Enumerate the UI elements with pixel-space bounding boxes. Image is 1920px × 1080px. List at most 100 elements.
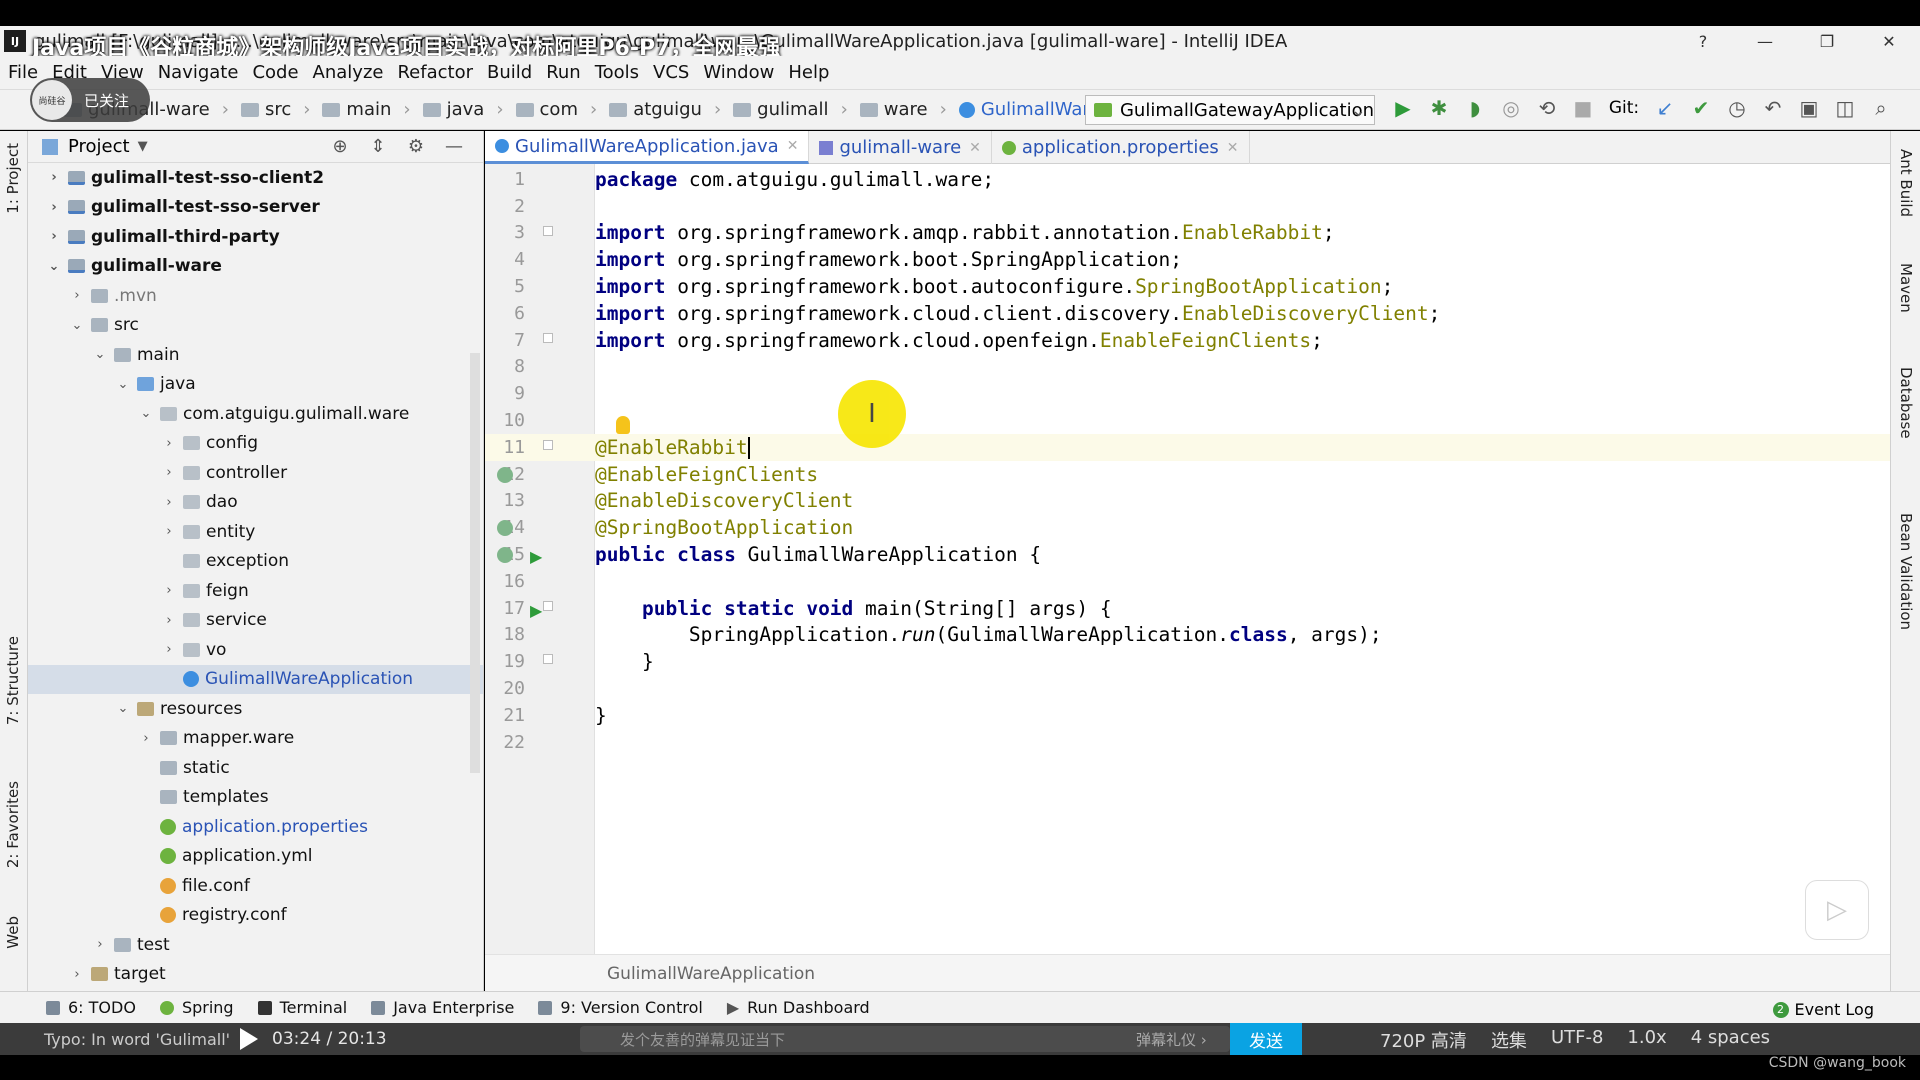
menu-refactor[interactable]: Refactor [397, 62, 473, 83]
danmu-input[interactable]: 发个友善的弹幕见证当下 [580, 1026, 1230, 1052]
chevron-down-icon[interactable]: ⌄ [46, 259, 62, 274]
menu-vcs[interactable]: VCS [653, 62, 689, 83]
attach-icon[interactable]: ⟲ [1529, 96, 1565, 120]
code-line[interactable]: 18 SpringApplication.run(GulimallWareApp… [485, 622, 1890, 649]
breadcrumb-item[interactable]: ware › [859, 99, 947, 120]
tool-tab-ant-build[interactable]: Ant Build [1897, 149, 1915, 217]
event-log[interactable]: 2 Event Log [1772, 1000, 1874, 1019]
tab-gulimall-ware[interactable]: gulimall-ware ✕ [809, 131, 992, 164]
tree-node[interactable]: › gulimall-test-sso-client2 [28, 163, 483, 193]
chevron-right-icon[interactable]: › [138, 731, 154, 746]
tab-gulimallwareapplication[interactable]: GulimallWareApplication.java ✕ [485, 131, 810, 164]
code-line[interactable]: 3 import org.springframework.amqp.rabbit.… [485, 220, 1890, 247]
code-line[interactable]: 15 public class GulimallWareApplication { [485, 541, 1890, 568]
code-line[interactable]: 2 [485, 193, 1890, 220]
tree-node[interactable]: ⌄ gulimall-ware [28, 252, 483, 282]
tool-todo[interactable]: 6: TODO [46, 998, 136, 1017]
tree-node[interactable]: ⌄ resources [28, 694, 483, 724]
breadcrumb-item[interactable]: java › [422, 99, 504, 120]
tree-node[interactable]: › dao [28, 488, 483, 518]
tool-tab-structure[interactable]: 7: Structure [4, 636, 22, 725]
chevron-right-icon[interactable]: › [46, 229, 62, 244]
code-line[interactable]: 4 import org.springframework.boot.SpringA… [485, 246, 1890, 273]
editor-breadcrumb[interactable]: GulimallWareApplication [485, 954, 1890, 992]
coverage-icon[interactable]: ◗ [1457, 96, 1493, 120]
chevron-right-icon[interactable]: › [161, 436, 177, 451]
menu-navigate[interactable]: Navigate [158, 62, 239, 83]
tool-java-enterprise[interactable]: Java Enterprise [371, 998, 514, 1017]
tool-terminal[interactable]: Terminal [257, 998, 347, 1017]
fold-icon[interactable] [543, 332, 553, 343]
layout-icon[interactable]: ◫ [1827, 96, 1863, 120]
tree-node[interactable]: ⌄ com.atguigu.gulimall.ware [28, 399, 483, 429]
menu-run[interactable]: Run [546, 62, 581, 83]
chevron-right-icon[interactable]: › [69, 967, 85, 982]
code-line[interactable]: 22 [485, 729, 1890, 756]
encoding-label[interactable]: UTF-8 [1551, 1027, 1603, 1053]
debug-icon[interactable]: ✱ [1421, 96, 1457, 120]
run-icon[interactable]: ▶ [1385, 96, 1421, 120]
restore-button[interactable]: ❐ [1796, 26, 1858, 56]
code-line[interactable]: 17 public static void main(String[] args… [485, 595, 1890, 622]
chevron-down-icon[interactable]: ⌄ [69, 318, 85, 333]
menu-code[interactable]: Code [252, 62, 298, 83]
quality-select[interactable]: 720P 高清 [1380, 1027, 1467, 1053]
tree-node[interactable]: › target [28, 960, 483, 990]
menu-build[interactable]: Build [487, 62, 532, 83]
chevron-right-icon[interactable]: › [161, 613, 177, 628]
tree-scrollbar[interactable] [470, 353, 480, 773]
breadcrumb-item[interactable]: atguigu › [609, 99, 721, 120]
code-line[interactable]: 9 [485, 380, 1890, 407]
breadcrumb-item[interactable]: gulimall › [733, 99, 848, 120]
episode-select[interactable]: 选集 [1491, 1027, 1527, 1053]
chevron-right-icon[interactable]: › [161, 495, 177, 510]
close-button[interactable]: ✕ [1858, 26, 1920, 56]
tree-node[interactable]: › vo [28, 635, 483, 665]
code-line[interactable]: 20 [485, 675, 1890, 702]
tree-node[interactable]: application.yml [28, 842, 483, 872]
breadcrumb-item[interactable]: main › [322, 99, 411, 120]
tree-node[interactable]: ⌄ src [28, 311, 483, 341]
tree-node[interactable]: application.properties [28, 812, 483, 842]
git-update-icon[interactable]: ↙ [1647, 96, 1683, 120]
tree-node[interactable]: › gulimall-third-party [28, 222, 483, 252]
chevron-right-icon[interactable]: › [161, 524, 177, 539]
chevron-right-icon[interactable]: › [46, 200, 62, 215]
chevron-right-icon[interactable]: › [161, 465, 177, 480]
tool-tab-database[interactable]: Database [1897, 367, 1915, 439]
tool-tab-web[interactable]: Web [4, 916, 22, 949]
git-history-icon[interactable]: ◷ [1719, 96, 1755, 120]
tree-node[interactable]: › entity [28, 517, 483, 547]
chevron-down-icon[interactable]: ▼ [138, 139, 148, 154]
tree-node[interactable]: registry.conf [28, 901, 483, 931]
stop-icon[interactable]: ■ [1565, 96, 1601, 120]
close-icon[interactable]: ✕ [1227, 140, 1239, 156]
tree-node[interactable]: › mapper.ware [28, 724, 483, 754]
git-commit-icon[interactable]: ✔ [1683, 96, 1719, 120]
tree-node[interactable]: templates [28, 783, 483, 813]
code-line[interactable]: 7 import org.springframework.cloud.openfe… [485, 327, 1890, 354]
chevron-right-icon[interactable]: › [161, 583, 177, 598]
profile-icon[interactable]: ◎ [1493, 96, 1529, 120]
tree-node[interactable]: exception [28, 547, 483, 577]
menu-help[interactable]: Help [788, 62, 829, 83]
close-icon[interactable]: ✕ [787, 138, 799, 154]
tree-node[interactable]: › config [28, 429, 483, 459]
project-panel-title[interactable]: Project [68, 136, 130, 157]
run-gutter-icon[interactable]: ▶ [530, 547, 542, 566]
code-line[interactable]: 6 import org.springframework.cloud.client… [485, 300, 1890, 327]
code-line[interactable]: 5 import org.springframework.boot.autocon… [485, 273, 1890, 300]
tree-node[interactable]: ⌄ java [28, 370, 483, 400]
chevron-right-icon[interactable]: › [161, 642, 177, 657]
help-icon[interactable]: ? [1672, 26, 1734, 56]
code-line[interactable]: 13 @EnableDiscoveryClient [485, 488, 1890, 515]
tree-node[interactable]: GulimallWareApplication [28, 664, 483, 694]
chevron-right-icon[interactable]: › [46, 170, 62, 185]
code-line[interactable]: 19 } [485, 648, 1890, 675]
indent-label[interactable]: 4 spaces [1691, 1027, 1770, 1053]
chevron-down-icon[interactable]: ⌄ [115, 701, 131, 716]
menu-tools[interactable]: Tools [595, 62, 639, 83]
fold-icon[interactable] [543, 654, 553, 665]
channel-follow-badge[interactable]: 尚硅谷 已关注 [30, 78, 150, 122]
chevron-down-icon[interactable]: ⌄ [138, 406, 154, 421]
